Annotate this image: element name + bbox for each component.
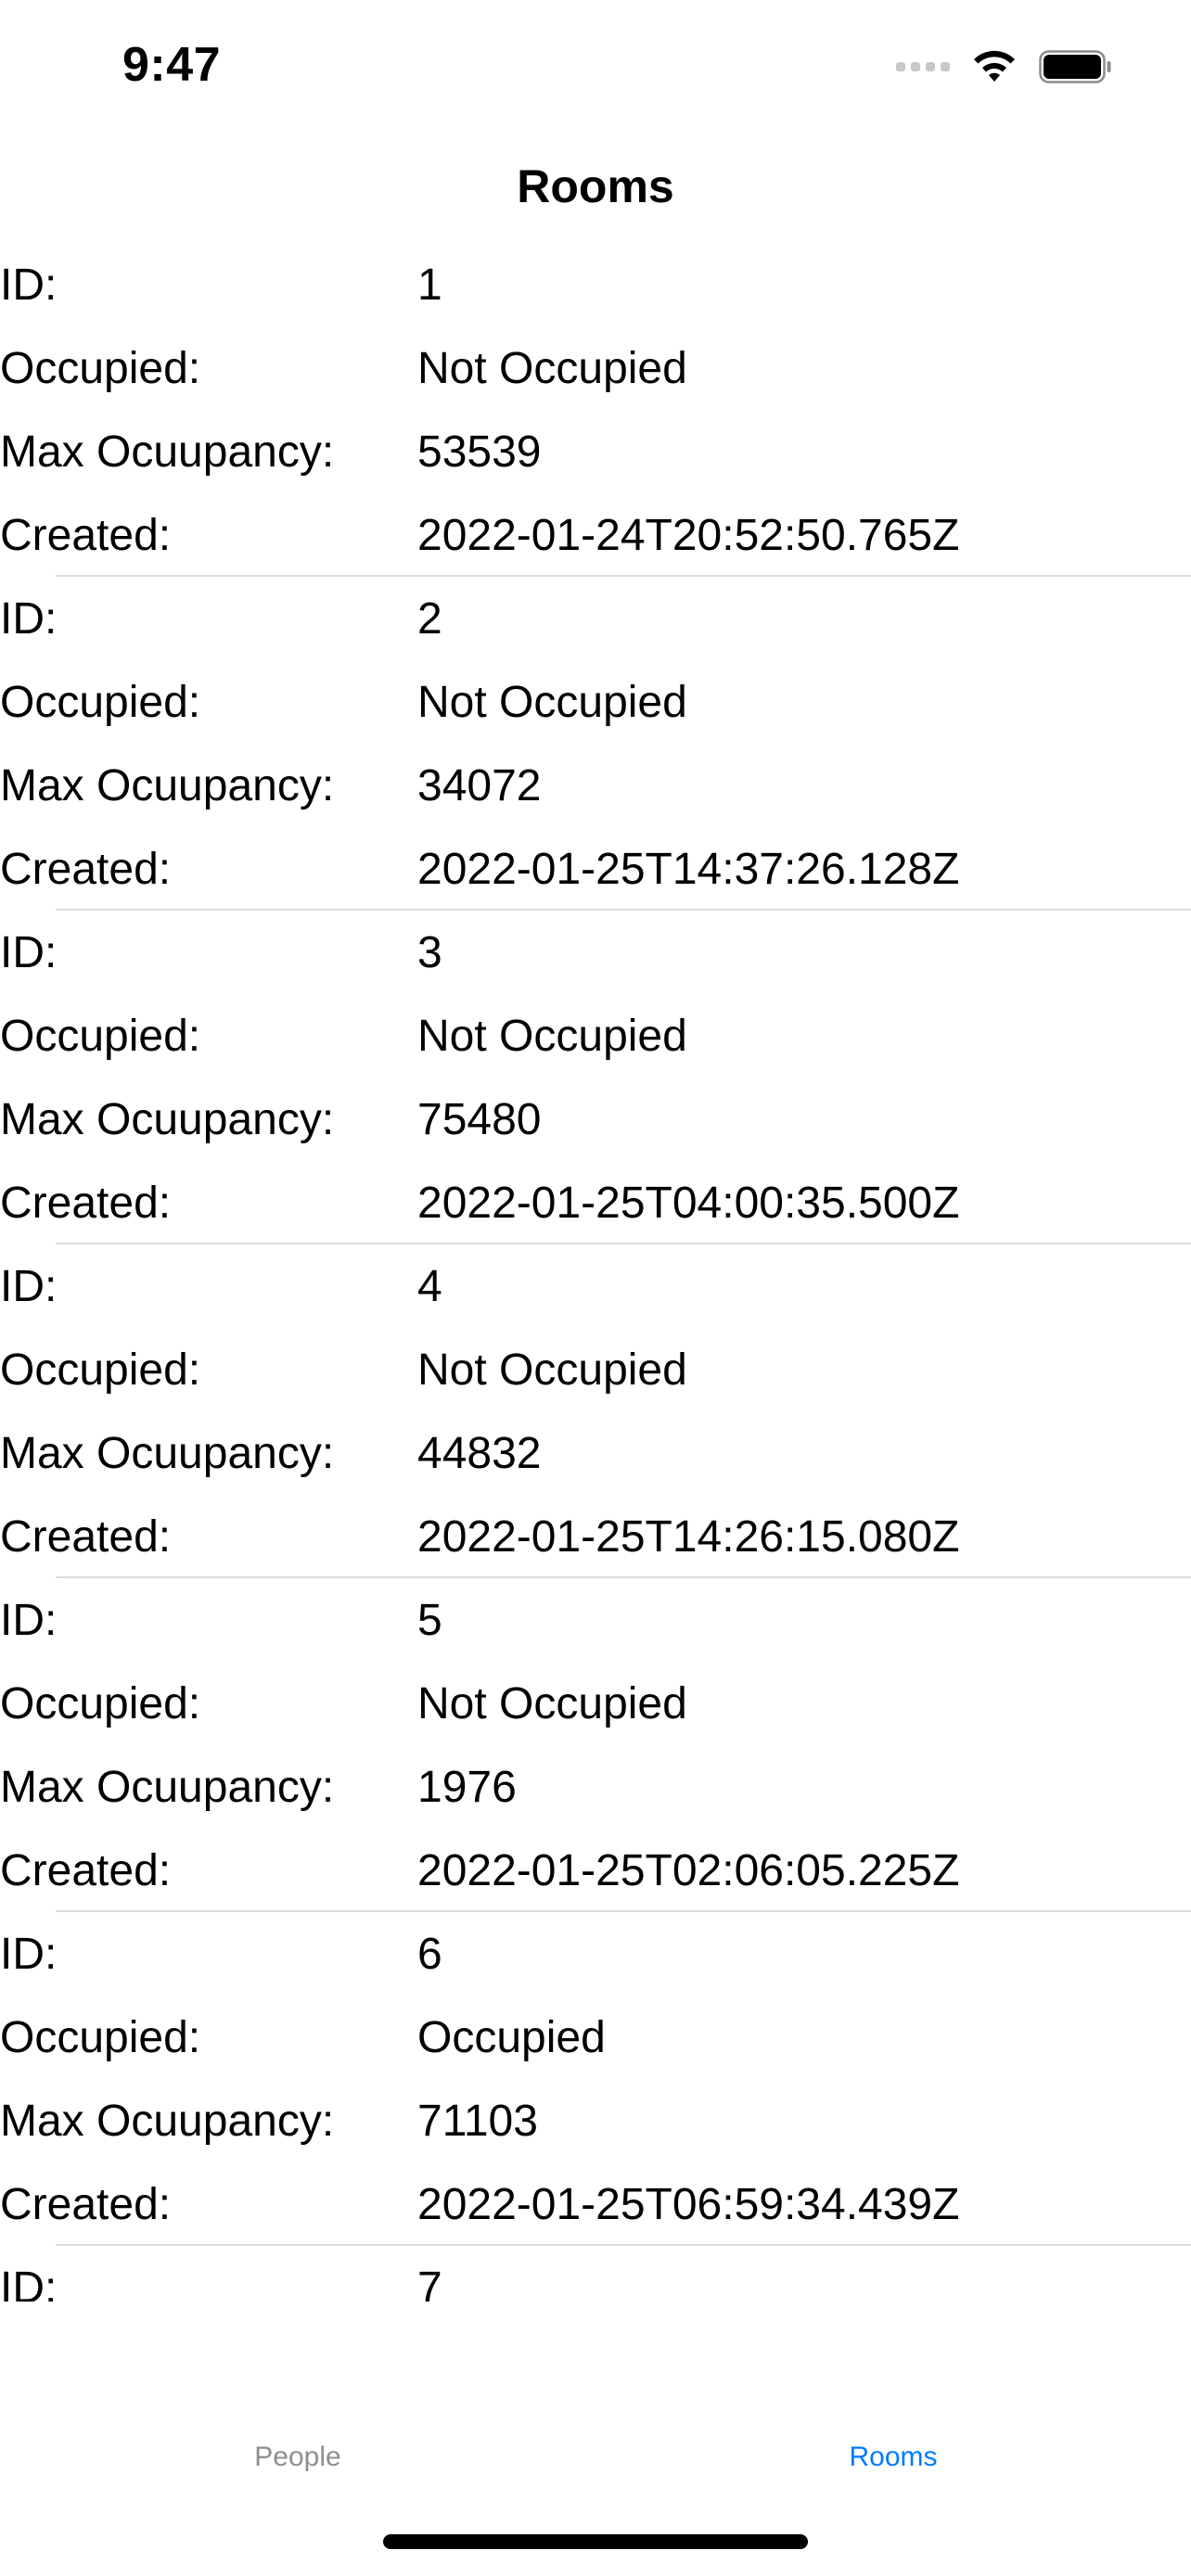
room-id-row: ID: 4	[0, 1244, 1191, 1328]
room-id-label: ID:	[0, 260, 58, 310]
room-occupied-row: Occupied: Not Occupied	[0, 1662, 1191, 1745]
room-created-value: 2022-01-25T04:00:35.500Z	[417, 1178, 960, 1228]
status-time: 9:47	[122, 38, 222, 92]
room-max-occupancy-label: Max Ocuupancy:	[0, 2096, 335, 2146]
tab-people[interactable]: People	[0, 2411, 596, 2504]
room-occupied-label: Occupied:	[0, 343, 201, 393]
room-max-occupancy-row: Max Ocuupancy: 71103	[0, 2079, 1191, 2162]
tab-people-label: People	[254, 2442, 341, 2472]
room-created-label: Created:	[0, 844, 172, 894]
room-id-row: ID: 6	[0, 1912, 1191, 1996]
room-max-occupancy-value: 53539	[417, 427, 542, 477]
tab-rooms-label: Rooms	[849, 2442, 938, 2472]
home-indicator	[383, 2534, 808, 2549]
room-id-label: ID:	[0, 1261, 58, 1311]
room-occupied-label: Occupied:	[0, 677, 201, 727]
room-max-occupancy-row: Max Ocuupancy: 44832	[0, 1411, 1191, 1495]
room-occupied-row: Occupied: Not Occupied	[0, 1328, 1191, 1411]
room-occupied-value: Not Occupied	[417, 1011, 687, 1061]
room-created-label: Created:	[0, 2179, 172, 2229]
room-created-label: Created:	[0, 510, 172, 560]
room-id-label: ID:	[0, 927, 58, 977]
room-max-occupancy-value: 1976	[417, 1762, 517, 1812]
room-max-occupancy-value: 71103	[417, 2096, 538, 2146]
status-icons	[896, 45, 1113, 89]
room-occupied-row: Occupied: Occupied	[0, 1996, 1191, 2079]
room-id-value: 2	[417, 593, 442, 644]
room-created-row: Created: 2022-01-25T14:37:26.128Z	[0, 827, 1191, 911]
room-row[interactable]: ID: 7	[0, 2246, 1191, 2302]
room-row[interactable]: ID: 1 Occupied: Not Occupied Max Ocuupan…	[0, 243, 1191, 577]
room-occupied-label: Occupied:	[0, 1678, 201, 1728]
room-row[interactable]: ID: 6 Occupied: Occupied Max Ocuupancy: …	[0, 1912, 1191, 2246]
room-created-value: 2022-01-25T02:06:05.225Z	[417, 1845, 960, 1895]
room-max-occupancy-value: 44832	[417, 1428, 542, 1478]
room-occupied-value: Not Occupied	[417, 1345, 687, 1395]
room-id-row: ID: 5	[0, 1578, 1191, 1662]
room-id-value: 4	[417, 1261, 442, 1311]
room-created-row: Created: 2022-01-25T04:00:35.500Z	[0, 1161, 1191, 1244]
room-max-occupancy-value: 34072	[417, 760, 542, 810]
room-occupied-value: Not Occupied	[417, 677, 687, 727]
tab-bar: People Rooms	[0, 2411, 1191, 2504]
room-occupied-row: Occupied: Not Occupied	[0, 326, 1191, 410]
room-created-row: Created: 2022-01-24T20:52:50.765Z	[0, 493, 1191, 577]
room-created-row: Created: 2022-01-25T02:06:05.225Z	[0, 1829, 1191, 1912]
room-id-label: ID:	[0, 1929, 58, 1979]
room-created-label: Created:	[0, 1178, 172, 1228]
room-row[interactable]: ID: 4 Occupied: Not Occupied Max Ocuupan…	[0, 1244, 1191, 1578]
room-created-row: Created: 2022-01-25T14:26:15.080Z	[0, 1495, 1191, 1578]
room-created-value: 2022-01-25T14:37:26.128Z	[417, 844, 960, 894]
room-occupied-row: Occupied: Not Occupied	[0, 994, 1191, 1078]
room-id-row: ID: 2	[0, 577, 1191, 660]
room-occupied-value: Occupied	[417, 2012, 606, 2062]
room-created-row: Created: 2022-01-25T06:59:34.439Z	[0, 2162, 1191, 2246]
room-created-label: Created:	[0, 1845, 172, 1895]
room-max-occupancy-label: Max Ocuupancy:	[0, 1428, 335, 1478]
room-max-occupancy-label: Max Ocuupancy:	[0, 1094, 335, 1144]
room-max-occupancy-row: Max Ocuupancy: 34072	[0, 744, 1191, 827]
room-occupied-row: Occupied: Not Occupied	[0, 660, 1191, 744]
battery-icon	[1039, 50, 1111, 83]
room-occupied-label: Occupied:	[0, 1011, 201, 1061]
room-created-label: Created:	[0, 1511, 172, 1562]
room-created-value: 2022-01-25T14:26:15.080Z	[417, 1511, 960, 1562]
wifi-icon	[974, 50, 1015, 82]
room-id-value: 1	[417, 260, 442, 310]
room-row[interactable]: ID: 2 Occupied: Not Occupied Max Ocuupan…	[0, 577, 1191, 911]
room-id-value: 7	[417, 2263, 442, 2302]
room-id-value: 5	[417, 1595, 442, 1645]
room-id-value: 6	[417, 1929, 442, 1979]
room-occupied-label: Occupied:	[0, 1345, 201, 1395]
room-max-occupancy-label: Max Ocuupancy:	[0, 1762, 335, 1812]
room-row[interactable]: ID: 5 Occupied: Not Occupied Max Ocuupan…	[0, 1578, 1191, 1912]
room-id-value: 3	[417, 927, 442, 977]
room-max-occupancy-row: Max Ocuupancy: 1976	[0, 1745, 1191, 1829]
room-max-occupancy-label: Max Ocuupancy:	[0, 427, 335, 477]
room-occupied-value: Not Occupied	[417, 343, 687, 393]
room-max-occupancy-value: 75480	[417, 1094, 542, 1144]
room-id-label: ID:	[0, 593, 58, 644]
room-id-row: ID: 3	[0, 911, 1191, 994]
room-max-occupancy-row: Max Ocuupancy: 75480	[0, 1078, 1191, 1161]
room-id-row: ID: 7	[0, 2246, 1191, 2302]
room-id-label: ID:	[0, 2263, 58, 2302]
status-bar: 9:47	[0, 0, 1191, 130]
room-created-value: 2022-01-24T20:52:50.765Z	[417, 510, 960, 560]
room-id-label: ID:	[0, 1595, 58, 1645]
room-max-occupancy-label: Max Ocuupancy:	[0, 760, 335, 810]
room-max-occupancy-row: Max Ocuupancy: 53539	[0, 410, 1191, 493]
room-created-value: 2022-01-25T06:59:34.439Z	[417, 2179, 960, 2229]
page-title: Rooms	[517, 160, 674, 212]
room-id-row: ID: 1	[0, 243, 1191, 326]
signal-icon	[896, 62, 950, 71]
rooms-list[interactable]: ID: 1 Occupied: Not Occupied Max Ocuupan…	[0, 243, 1191, 2302]
room-row[interactable]: ID: 3 Occupied: Not Occupied Max Ocuupan…	[0, 911, 1191, 1244]
room-occupied-label: Occupied:	[0, 2012, 201, 2062]
room-occupied-value: Not Occupied	[417, 1678, 687, 1728]
tab-rooms[interactable]: Rooms	[596, 2411, 1191, 2504]
